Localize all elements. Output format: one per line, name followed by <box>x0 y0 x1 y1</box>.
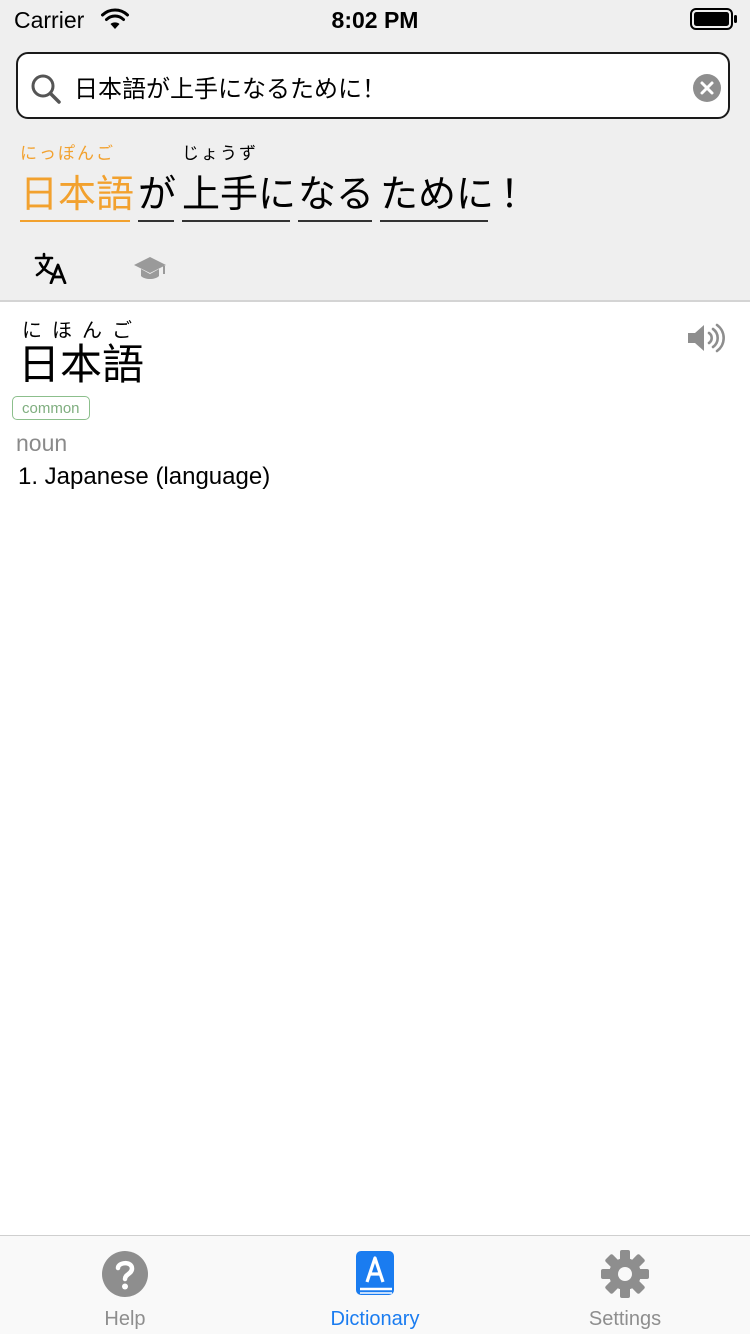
search-icon <box>31 74 61 104</box>
token-underline <box>20 220 130 222</box>
entry-word: 日本語 <box>18 340 145 389</box>
search-bar[interactable] <box>16 52 730 119</box>
dictionary-icon <box>356 1251 394 1295</box>
token-underline <box>138 220 174 222</box>
sentence-token[interactable]: ために <box>380 142 494 224</box>
token-underline <box>182 220 290 222</box>
sentence-token[interactable]: じょうず 上手に <box>182 142 296 224</box>
entry-reading: にほんご <box>22 318 142 342</box>
sentence-token[interactable]: が <box>138 142 177 224</box>
token-furigana: じょうず <box>182 144 258 164</box>
token-word: ！ <box>500 172 539 216</box>
tab-label: Dictionary <box>330 1308 420 1330</box>
help-icon <box>102 1251 148 1297</box>
clear-icon[interactable] <box>693 74 721 102</box>
sentence-token[interactable]: にっぽんご 日本語 <box>20 142 134 224</box>
tab-dictionary[interactable]: Dictionary <box>250 1236 500 1335</box>
gear-icon <box>601 1250 649 1298</box>
definition: 1. Japanese (language) <box>18 463 271 490</box>
tab-label: Help <box>104 1308 146 1330</box>
token-underline <box>298 220 372 222</box>
token-word: が <box>138 172 177 216</box>
tab-settings[interactable]: Settings <box>500 1236 750 1335</box>
part-of-speech: noun <box>16 430 68 456</box>
token-word: ために <box>380 172 495 216</box>
tab-label: Settings <box>588 1308 662 1330</box>
sentence-token[interactable]: なる <box>298 142 375 224</box>
common-badge: common <box>12 396 90 420</box>
header-divider <box>0 300 750 302</box>
token-furigana: にっぽんご <box>20 144 115 164</box>
search-input[interactable] <box>74 66 674 106</box>
token-word: 日本語 <box>20 172 135 216</box>
translate-icon[interactable] <box>34 252 68 284</box>
token-word: 上手に <box>182 172 297 216</box>
speaker-icon[interactable] <box>686 322 726 354</box>
battery-icon <box>690 8 737 30</box>
token-underline <box>380 220 488 222</box>
status-time: 8:02 PM <box>331 7 419 33</box>
tab-help[interactable]: Help <box>0 1236 250 1335</box>
sentence-punctuation: ！ <box>500 142 538 224</box>
tab-bar: Help Dictionary Settings <box>0 1235 750 1334</box>
token-word: なる <box>298 172 375 216</box>
graduation-cap-icon[interactable] <box>132 252 168 284</box>
